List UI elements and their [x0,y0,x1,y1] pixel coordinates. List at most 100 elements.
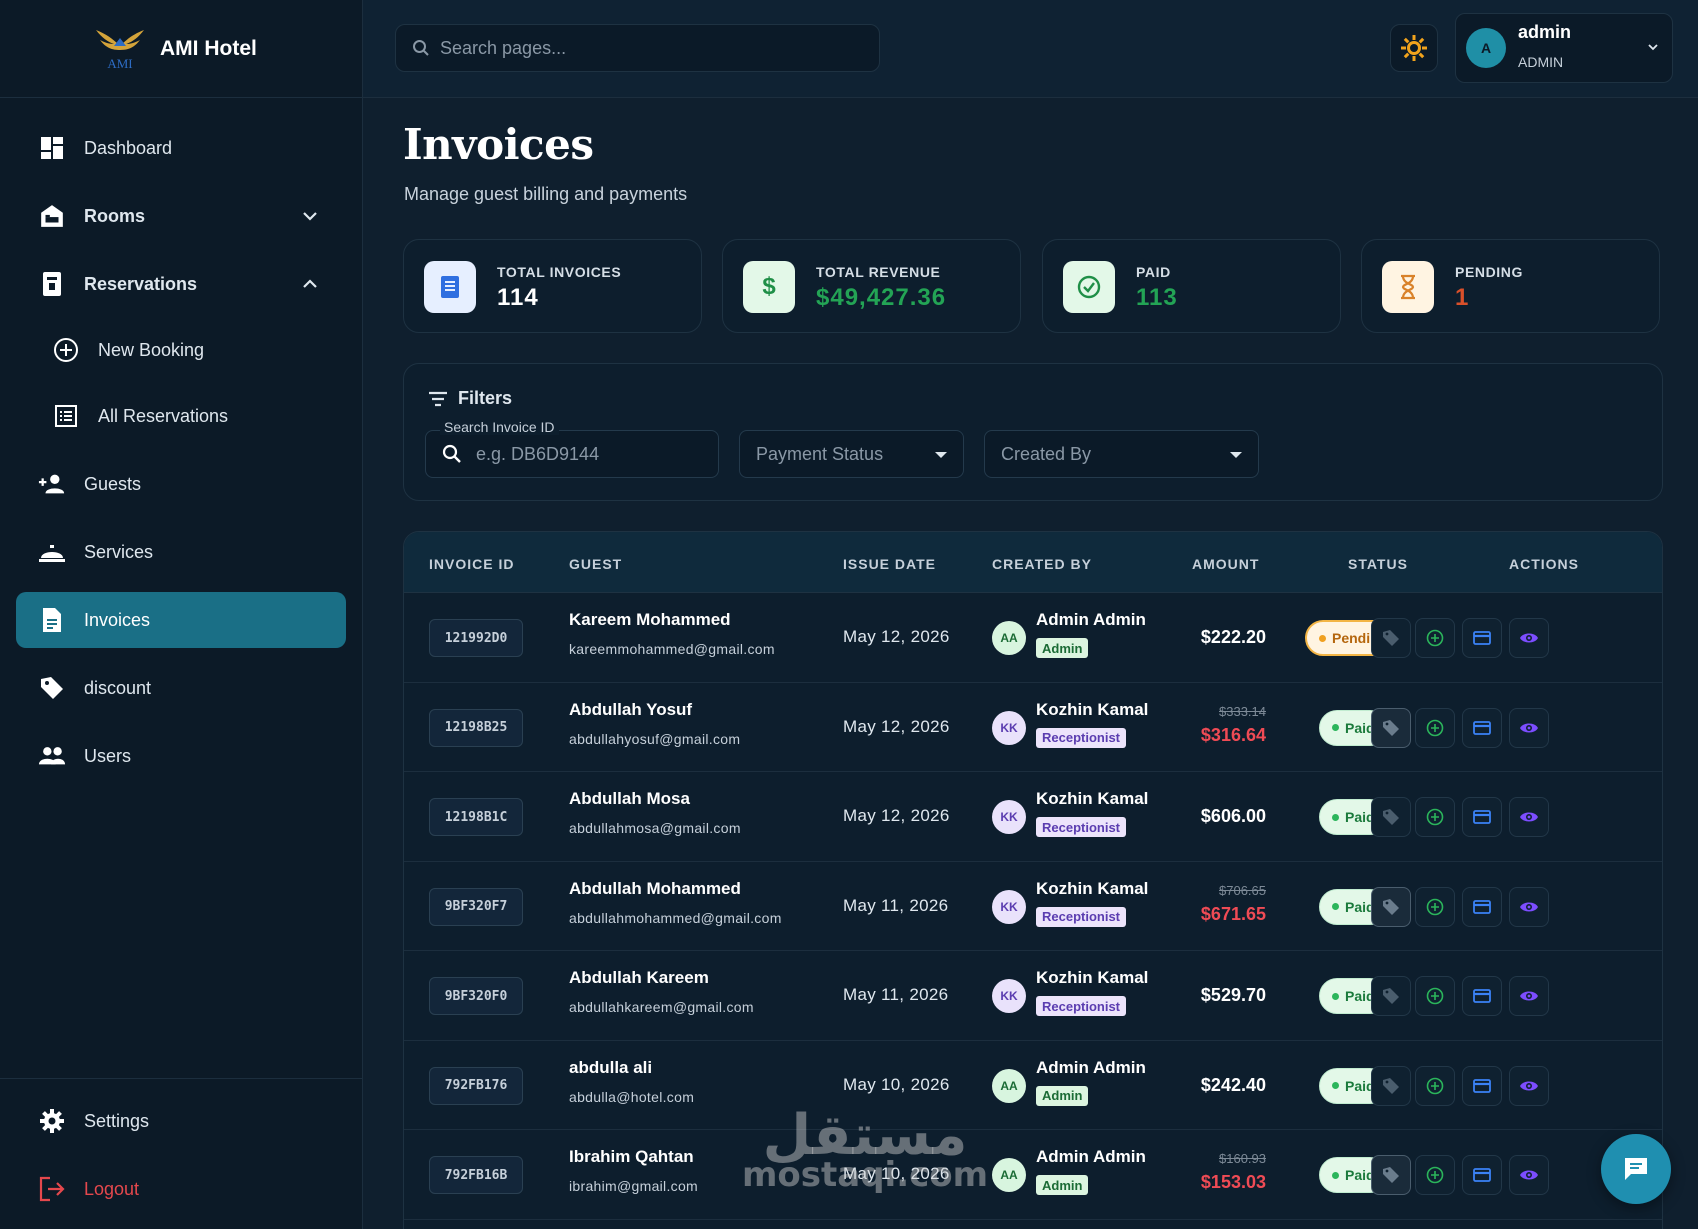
invoice-id[interactable]: 9BF320F0 [429,977,523,1015]
column-header-issue-date[interactable]: ISSUE DATE [843,556,936,572]
apply-discount-button[interactable] [1371,886,1411,927]
add-charge-button[interactable] [1415,976,1455,1016]
eye-icon [1520,1081,1538,1090]
sidebar-item-services[interactable]: Services [16,524,346,580]
sidebar-item-rooms[interactable]: Rooms [16,188,346,244]
creator-name: Admin Admin [1036,1057,1146,1077]
creator-name: Kozhin Kamal [1036,878,1149,898]
apply-discount-button[interactable] [1371,1065,1411,1106]
sidebar-item-settings[interactable]: Settings [16,1093,346,1149]
column-header-invoice-id[interactable]: INVOICE ID [429,556,514,572]
issue-date: May 10, 2026 [843,1164,950,1183]
payment-status-placeholder: Payment Status [756,443,884,464]
column-header-amount[interactable]: AMOUNT [1192,556,1259,572]
apply-discount-button[interactable] [1371,976,1411,1016]
view-invoice-button[interactable] [1509,886,1549,927]
column-header-created-by[interactable]: CREATED BY [992,556,1092,572]
record-payment-button[interactable] [1462,707,1502,748]
sidebar-item-reservations[interactable]: Reservations [16,256,346,312]
caret-down-icon [935,452,947,458]
avatar: A [1466,28,1506,68]
invoice-id[interactable]: 12198B1C [429,798,523,836]
stat-label: TOTAL INVOICES [497,264,622,280]
tag-icon [1383,1077,1399,1094]
sidebar-item-dashboard[interactable]: Dashboard [16,120,346,176]
add-charge-button[interactable] [1415,797,1455,837]
view-invoice-button[interactable] [1509,618,1549,658]
sidebar-item-all-reservations[interactable]: All Reservations [16,388,346,444]
view-invoice-button[interactable] [1509,707,1549,748]
issue-date: May 12, 2026 [843,627,950,646]
issue-date: May 11, 2026 [843,895,949,915]
record-payment-button[interactable] [1462,1065,1502,1106]
eye-icon [1520,1170,1538,1180]
add-charge-button[interactable] [1415,707,1455,748]
sidebar-item-users[interactable]: Users [16,728,346,784]
sidebar-item-discount[interactable]: discount [16,660,346,716]
plus-circle-icon [1426,1077,1444,1094]
search-icon [442,444,461,463]
add-charge-button[interactable] [1415,618,1455,658]
creator-avatar: AA [992,621,1026,655]
invoice-id[interactable]: 792FB16B [429,1156,523,1194]
stat-label: PAID [1136,264,1171,280]
brand[interactable]: AMI AMI Hotel [0,0,362,98]
invoice-id[interactable]: 9BF320F7 [429,887,523,926]
view-invoice-button[interactable] [1509,1155,1549,1195]
list-icon [52,402,80,430]
page-search-input[interactable]: Search pages... [395,24,880,72]
record-payment-button[interactable] [1462,886,1502,927]
column-header-guest[interactable]: GUEST [569,556,622,572]
stat-card-total-revenue: $ TOTAL REVENUE $49,427.36 [722,239,1021,333]
apply-discount-button[interactable] [1371,707,1411,748]
original-amount: $333.14 [1219,703,1266,719]
created-by-select[interactable]: Created By [984,430,1259,478]
invoice-id[interactable]: 792FB176 [429,1066,523,1105]
table-row[interactable]: 12198B25 Abdullah Yosuf abdullahyosuf@gmai… [404,683,1662,772]
chat-button[interactable] [1601,1134,1671,1204]
record-payment-button[interactable] [1462,797,1502,837]
add-charge-button[interactable] [1415,1065,1455,1106]
sidebar-item-new-booking[interactable]: New Booking [16,322,346,378]
eye-icon [1520,723,1538,732]
view-invoice-button[interactable] [1509,1065,1549,1106]
tag-icon [1383,630,1399,646]
guest-name: Abdullah Mohammed [569,878,741,898]
column-header-status[interactable]: STATUS [1348,556,1408,572]
record-payment-button[interactable] [1462,618,1502,658]
table-row[interactable]: 121992D0 Kareem Mohammed kareemmohammed@gm… [404,593,1662,683]
invoices-table: INVOICE ID GUEST ISSUE DATE CREATED BY A… [403,531,1663,1229]
add-charge-button[interactable] [1415,886,1455,927]
table-row[interactable]: 9BF320F7 Abdullah Mohammed abdullahmohamme… [404,862,1662,951]
view-invoice-button[interactable] [1509,976,1549,1016]
invoice-id-search-input[interactable]: Search Invoice ID e.g. DB6D9144 [425,419,719,478]
invoice-id[interactable]: 121992D0 [429,619,523,657]
eye-icon [1520,902,1538,911]
sidebar-item-guests[interactable]: Guests [16,456,346,512]
table-row[interactable]: 12198B1C Abdullah Mosa abdullahmosa@gmail.… [404,772,1662,862]
issue-date: May 12, 2026 [843,716,950,736]
status-dot-icon [1332,1171,1339,1179]
stat-value: 1 [1455,284,1470,311]
apply-discount-button[interactable] [1371,1155,1411,1195]
add-charge-button[interactable] [1415,1155,1455,1195]
record-payment-button[interactable] [1462,1155,1502,1195]
view-invoice-button[interactable] [1509,797,1549,837]
filter-icon [429,391,447,406]
theme-toggle-button[interactable] [1390,24,1438,72]
tag-icon [1383,809,1399,825]
payment-status-select[interactable]: Payment Status [739,430,964,478]
tag-icon [1383,1167,1399,1183]
table-row[interactable]: 792FB16B Ibrahim Qahtan ibrahim@gmail.com M… [404,1130,1662,1220]
tag-icon [1383,719,1399,736]
table-row[interactable]: 9BF320F0 Abdullah Kareem abdullahkareem@gm… [404,951,1662,1041]
invoice-id[interactable]: 12198B25 [429,708,523,747]
apply-discount-button[interactable] [1371,618,1411,658]
record-payment-button[interactable] [1462,976,1502,1016]
discounted-amount: $316.64 [1200,724,1266,745]
user-menu[interactable]: A admin ADMIN [1455,13,1673,83]
logout-button[interactable]: Logout [16,1161,346,1217]
table-row[interactable]: 792FB176 abdulla ali abdulla@hotel.com May … [404,1041,1662,1130]
apply-discount-button[interactable] [1371,797,1411,837]
sidebar-item-invoices[interactable]: Invoices [16,592,346,648]
